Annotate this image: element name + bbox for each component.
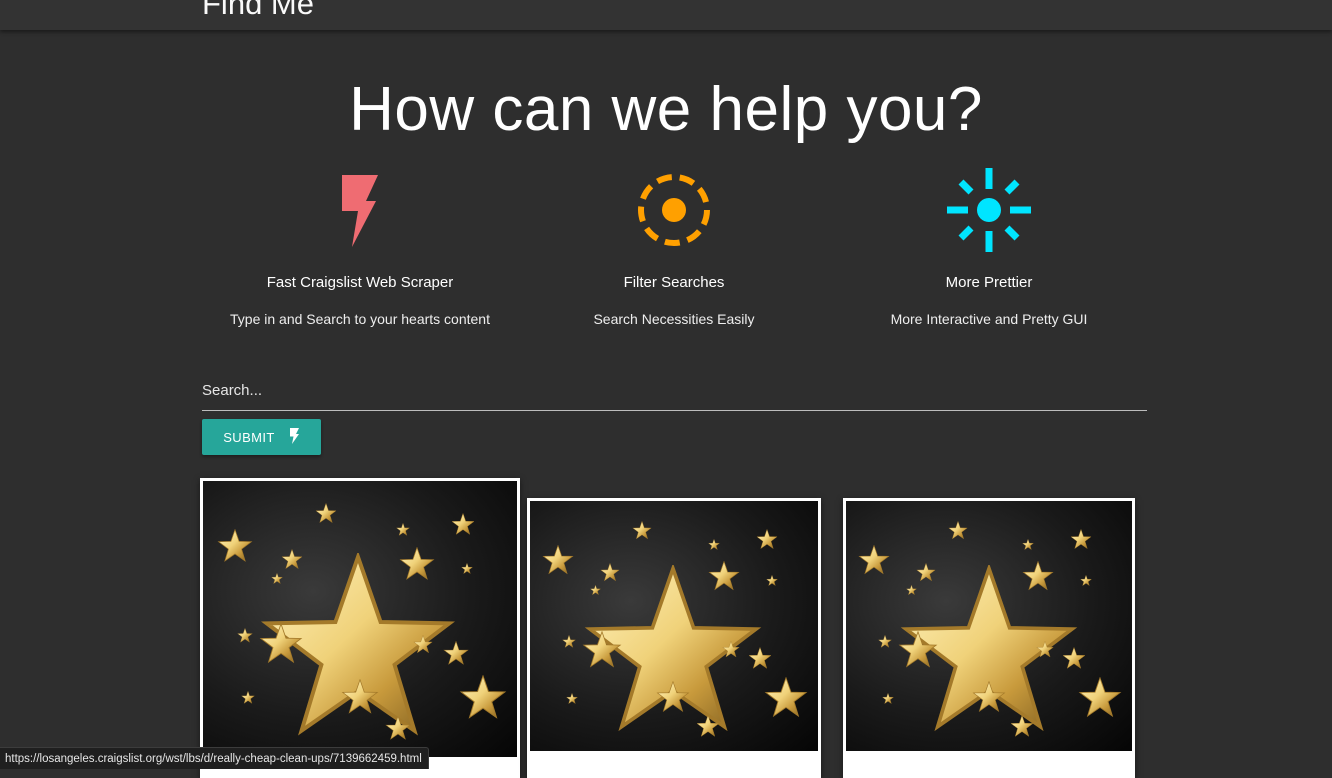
- feature-filter-searches: Filter Searches Search Necessities Easil…: [509, 168, 839, 327]
- feature-title: More Prettier: [945, 274, 1033, 291]
- listing-card[interactable]: [843, 498, 1135, 778]
- brand-logo[interactable]: Find Me: [202, 0, 314, 22]
- listing-card[interactable]: [527, 498, 821, 778]
- feature-title: Fast Craigslist Web Scraper: [266, 274, 454, 291]
- flash-icon: [195, 168, 525, 252]
- gold-stars-image: [846, 501, 1132, 751]
- feature-description: More Interactive and Pretty GUI: [890, 311, 1088, 327]
- feature-fast-scraper: Fast Craigslist Web Scraper Type in and …: [195, 168, 525, 327]
- submit-button[interactable]: SUBMIT: [202, 419, 321, 455]
- page-title: How can we help you?: [349, 75, 983, 144]
- gold-stars-image: [203, 481, 517, 757]
- feature-title: Filter Searches: [623, 274, 725, 291]
- search-input[interactable]: [202, 372, 1147, 408]
- gold-stars-image: [530, 501, 818, 751]
- target-icon: [509, 168, 839, 252]
- feature-description: Type in and Search to your hearts conten…: [230, 311, 490, 327]
- submit-label: SUBMIT: [223, 429, 275, 445]
- feature-description: Search Necessities Easily: [593, 311, 755, 327]
- navbar: Find Me: [0, 0, 1332, 30]
- feature-more-prettier: More Prettier More Interactive and Prett…: [824, 168, 1154, 327]
- brightness-icon: [824, 168, 1154, 252]
- status-bar-url: https://losangeles.craigslist.org/wst/lb…: [0, 747, 429, 769]
- flash-icon: [289, 427, 300, 447]
- listing-card[interactable]: [200, 478, 520, 778]
- search-field: [202, 372, 1147, 411]
